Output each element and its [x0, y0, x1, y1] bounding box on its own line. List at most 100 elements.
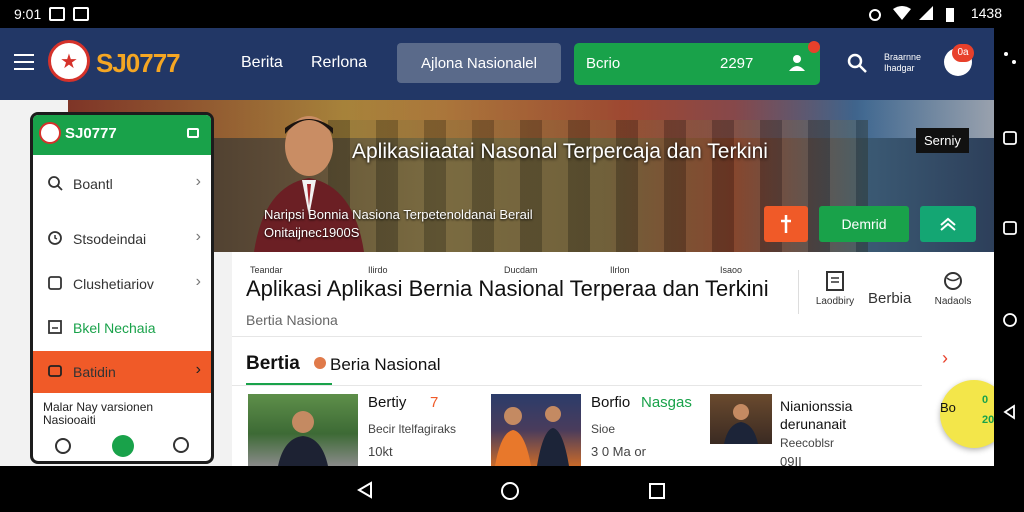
category-1[interactable]: Teandar [250, 265, 283, 275]
nav-berita[interactable]: Berita [241, 54, 283, 72]
phone-menu-item[interactable]: Bkel Nechaia [33, 307, 211, 349]
content-title: Aplikasi Aplikasi Bernia Nasional Terper… [246, 276, 769, 301]
globe-icon [942, 270, 964, 292]
library-button[interactable]: Laodbiry [810, 270, 860, 307]
phone-menu-item[interactable]: Clushetiariov › [33, 263, 211, 305]
green-bar-number: 2297 [720, 55, 754, 72]
hero-subtitle-line-1: Naripsi Bonnia Nasiona Terpetenoldanai B… [264, 207, 533, 222]
phone-mockup: SJ0777 Boantl › Stsodeindai › Clushetiar… [30, 112, 214, 464]
news-title: Nianionssia [780, 398, 853, 414]
side-nav-rail [994, 28, 1024, 497]
phone-logo [39, 122, 61, 144]
user-icon[interactable] [788, 53, 806, 71]
phone-menu-item[interactable]: Stsodeindai › [33, 218, 211, 260]
news-meta: Sioe [591, 422, 616, 436]
bookmark-icon [47, 319, 63, 335]
hero-green-button[interactable]: Demrid [819, 206, 909, 242]
section-dot-icon [314, 357, 326, 369]
home-icon[interactable] [1002, 312, 1018, 328]
fab-label: Bo [940, 400, 956, 415]
berita-link[interactable]: Berbia [868, 290, 911, 307]
nav-regional[interactable]: Rerlona [311, 54, 367, 72]
phone-menu-item[interactable]: Boantl › [33, 163, 211, 205]
window-icon[interactable] [187, 128, 199, 138]
phone-menu-label: Bkel Nechaia [73, 320, 156, 336]
chevron-right-icon: › [195, 273, 201, 290]
notification-button[interactable]: 0a [944, 44, 974, 76]
status-bar: 9:01 1438 [0, 0, 1024, 28]
hero-tag[interactable]: Serniy [916, 128, 969, 153]
content-card: Teandar Ilirdo Ducdam Ilrlon Isaoo Aplik… [232, 252, 994, 469]
category-5[interactable]: Isaoo [720, 265, 742, 275]
news-title: Bertiy [368, 394, 407, 411]
window-icon[interactable] [1002, 220, 1018, 236]
news-meta: Reecoblsr [780, 436, 835, 450]
hero-subtitle-line-2: Onitaijnec1900S [264, 225, 360, 240]
phone-menu-label: Clushetiariov [73, 276, 154, 292]
nasional-button[interactable]: Nadaols [928, 270, 978, 307]
back-icon[interactable] [1002, 404, 1018, 420]
alarm-icon [867, 6, 883, 21]
content-subtitle: Bertia Nasiona [246, 312, 338, 328]
hero-share-button[interactable] [920, 206, 976, 242]
phone-title: SJ0777 [65, 125, 117, 142]
top-header: ★ SJ0777 Berita Rerlona Ajlona Nasionale… [0, 28, 994, 100]
phone-menu-label: Boantl [73, 176, 113, 192]
status-time: 9:01 [14, 6, 42, 22]
section-title-2: Beria Nasional [330, 355, 441, 374]
hero-orange-button[interactable] [764, 206, 808, 242]
small-text-line-1: Braarnne [884, 52, 922, 62]
hero-title: Aplikasiiaatai Nasonal Terpercaja dan Te… [352, 140, 768, 163]
home-icon[interactable] [500, 481, 520, 506]
header-small-text[interactable]: Braarnne Ihadgar [884, 52, 921, 74]
news-item[interactable]: Borfio Nasgas Sioe 3 0 Ma or [491, 394, 701, 466]
mail-icon [47, 363, 63, 379]
chevron-right-icon: › [195, 228, 201, 245]
phone-footer-text: Malar Nay varsionen Nasiooaiti [43, 401, 153, 427]
fab-sub-1: 0 [982, 394, 989, 406]
vertical-divider [798, 270, 799, 314]
category-3[interactable]: Ducdam [504, 265, 538, 275]
green-bar-label: Bcrio [586, 55, 621, 72]
nav-nasional-button[interactable]: Ajlona Nasionalel [397, 43, 561, 83]
notification-icon [73, 7, 90, 21]
nasional-label: Nadaols [934, 296, 972, 307]
chevron-right-icon: › [195, 361, 201, 378]
alert-dot [808, 41, 820, 53]
calendar-icon [47, 275, 63, 291]
phone-menu-label: Batidin [73, 364, 116, 380]
phone-menu-item-active[interactable]: Batidin › [33, 351, 211, 393]
search-icon[interactable] [846, 52, 868, 74]
header-green-bar[interactable]: Bcrio 2297 [574, 41, 820, 85]
logo-text[interactable]: SJ0777 [96, 48, 181, 79]
logo-badge[interactable]: ★ [48, 40, 90, 82]
news-item[interactable]: Bertiy 7 Becir ltelfagiraks 10kt [248, 394, 468, 466]
recent-apps-icon[interactable] [648, 482, 666, 505]
search-icon [47, 175, 63, 191]
section-title: Bertia [246, 353, 300, 374]
news-title-accent: 7 [430, 394, 439, 411]
battery-icon [945, 6, 961, 22]
small-text-line-2: Ihadgar [884, 63, 915, 73]
news-thumbnail [710, 394, 772, 444]
phone-header: SJ0777 [33, 115, 211, 155]
news-title-accent: Nasgas [641, 394, 692, 411]
menu-icon[interactable] [14, 54, 34, 70]
notification-badge: 0a [952, 44, 974, 62]
news-meta: Becir ltelfagiraks [368, 422, 457, 436]
news-date: 3 0 Ma or [591, 444, 646, 459]
category-2[interactable]: Ilirdo [368, 265, 388, 275]
recent-apps-icon[interactable] [1002, 130, 1018, 146]
dots-icon[interactable] [1002, 50, 1018, 66]
category-4[interactable]: Ilrlon [610, 265, 630, 275]
news-date: 10kt [368, 444, 393, 459]
wifi-icon [892, 6, 911, 20]
phone-menu-label: Stsodeindai [73, 231, 147, 247]
news-title-line-2: derunanait [780, 416, 847, 432]
news-item[interactable]: Nianionssia derunanait Reecoblsr 09II [710, 394, 920, 469]
next-chevron-icon[interactable]: › [922, 336, 968, 380]
phone-bottom-nav [47, 433, 197, 459]
signal-icon [918, 6, 935, 20]
phone-footer-line-2: Nasiooaiti [43, 413, 96, 427]
back-icon[interactable] [356, 481, 374, 504]
